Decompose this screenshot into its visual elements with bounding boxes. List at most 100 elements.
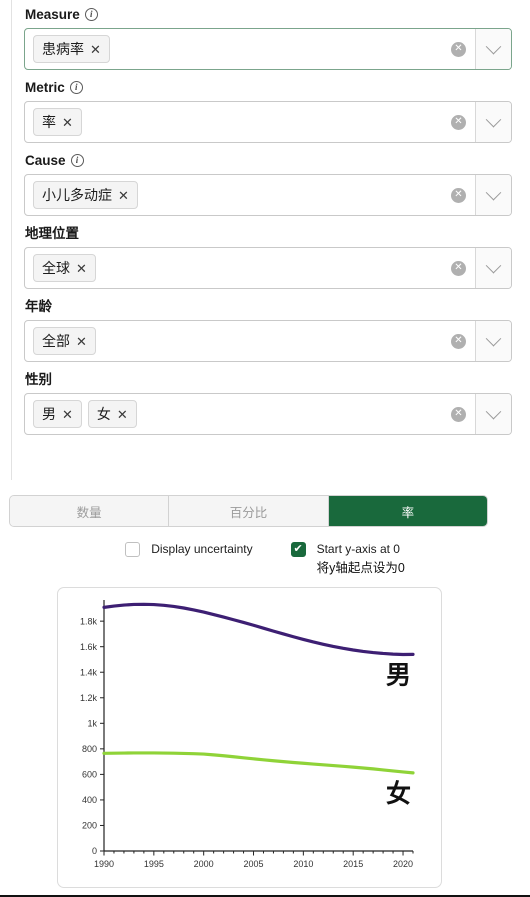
start-y-axis-checkbox[interactable]: ✔ — [290, 542, 306, 557]
option-start-y-axis-at-zero[interactable]: ✔ Start y-axis at 0 将y轴起点设为0 — [290, 541, 405, 576]
x-tick-label: 1990 — [94, 859, 114, 869]
info-icon[interactable]: i — [69, 81, 83, 94]
chart-options: Display uncertainty ✔ Start y-axis at 0 … — [0, 541, 530, 576]
chip-label: 患病率 — [42, 41, 84, 57]
series-line-male[interactable] — [102, 602, 415, 657]
clear-circle-icon[interactable]: ✕ — [451, 41, 466, 57]
check-icon: ✔ — [293, 543, 303, 555]
line-chart[interactable]: 0 200 400 600 800 1k 1.2k 1.4k 1.6k 1.8k 1990 1995 2… — [58, 588, 441, 887]
chip[interactable]: 男 ✕ — [33, 400, 82, 428]
filter-field-cause: Cause i 小儿多动症 ✕ ✕ — [24, 152, 512, 216]
field-label-text: Metric — [25, 80, 65, 95]
y-tick-label: 1.6k — [80, 642, 98, 652]
metric-select[interactable]: 率 ✕ ✕ — [24, 101, 512, 143]
cause-clear-all[interactable]: ✕ — [451, 175, 475, 215]
chevron-down-icon — [485, 184, 502, 200]
y-tick-label: 1.4k — [80, 667, 98, 677]
x-tick-label: 2010 — [293, 859, 313, 869]
field-label-metric: Metric i — [25, 79, 512, 96]
chevron-down-icon — [485, 330, 502, 346]
clear-circle-icon[interactable]: ✕ — [451, 187, 466, 203]
y-tick-label: 1.2k — [80, 693, 98, 703]
chevron-down-icon — [485, 111, 502, 127]
y-tick-label: 200 — [82, 821, 97, 831]
measure-select[interactable]: 患病率 ✕ ✕ — [24, 28, 512, 70]
info-icon[interactable]: i — [70, 154, 84, 167]
chip-label: 全球 — [42, 260, 70, 276]
filter-field-sex: 性别 男 ✕ 女 ✕ ✕ — [24, 371, 512, 435]
sex-select[interactable]: 男 ✕ 女 ✕ ✕ — [24, 393, 512, 435]
chip[interactable]: 女 ✕ — [87, 400, 137, 428]
measure-dropdown-toggle[interactable] — [475, 29, 511, 69]
x-tick-label: 2005 — [244, 859, 264, 869]
clear-circle-icon[interactable]: ✕ — [451, 260, 466, 276]
age-dropdown-toggle[interactable] — [475, 321, 511, 361]
clear-circle-icon[interactable]: ✕ — [451, 406, 466, 422]
cause-chips: 小儿多动症 ✕ — [25, 175, 451, 215]
measure-clear-all[interactable]: ✕ — [451, 29, 475, 69]
y-tick-label: 400 — [82, 795, 97, 805]
chip-label: 率 — [42, 114, 56, 130]
field-label-cause: Cause i — [25, 152, 512, 169]
x-tick-label: 2020 — [393, 859, 413, 869]
tab-percent[interactable]: 百分比 — [169, 496, 329, 526]
age-clear-all[interactable]: ✕ — [451, 321, 475, 361]
y-tick-label: 0 — [92, 846, 97, 856]
location-dropdown-toggle[interactable] — [475, 248, 511, 288]
info-icon[interactable]: i — [84, 8, 98, 21]
metric-clear-all[interactable]: ✕ — [451, 102, 475, 142]
series-line-female[interactable] — [102, 751, 415, 775]
chip[interactable]: 率 ✕ — [33, 108, 82, 136]
cause-select[interactable]: 小儿多动症 ✕ ✕ — [24, 174, 512, 216]
location-chips: 全球 ✕ — [25, 248, 451, 288]
app-root: Measure i 患病率 ✕ ✕ Metric i 率 ✕ ✕ Cause i… — [0, 0, 530, 897]
cause-dropdown-toggle[interactable] — [475, 175, 511, 215]
chip-remove-icon[interactable]: ✕ — [117, 408, 128, 421]
metric-dropdown-toggle[interactable] — [475, 102, 511, 142]
chip[interactable]: 患病率 ✕ — [33, 35, 110, 63]
tab-number[interactable]: 数量 — [10, 496, 170, 526]
field-label-text: Measure — [25, 7, 80, 22]
measure-chips: 患病率 ✕ — [25, 29, 451, 69]
chip-label: 小儿多动症 — [42, 187, 112, 203]
chip-remove-icon[interactable]: ✕ — [62, 116, 73, 129]
start-y-axis-label: Start y-axis at 0 — [316, 542, 400, 556]
chip[interactable]: 全球 ✕ — [33, 254, 96, 282]
chip-label: 男 — [42, 406, 56, 422]
display-uncertainty-checkbox[interactable] — [125, 542, 141, 557]
chip-remove-icon[interactable]: ✕ — [90, 43, 101, 56]
filter-field-age: 年龄 全部 ✕ ✕ — [24, 298, 512, 362]
filter-field-measure: Measure i 患病率 ✕ ✕ — [24, 6, 512, 70]
chip-label: 女 — [96, 406, 111, 422]
sex-clear-all[interactable]: ✕ — [451, 394, 475, 434]
filter-field-location: 地理位置 全球 ✕ ✕ — [24, 225, 512, 289]
chip-remove-icon[interactable]: ✕ — [76, 335, 87, 348]
sex-dropdown-toggle[interactable] — [475, 394, 511, 434]
y-tick-label: 800 — [82, 744, 97, 754]
chip[interactable]: 小儿多动症 ✕ — [33, 181, 138, 209]
display-uncertainty-label: Display uncertainty — [151, 542, 253, 556]
chart-card: 0 200 400 600 800 1k 1.2k 1.4k 1.6k 1.8k 1990 1995 2… — [57, 587, 442, 888]
location-clear-all[interactable]: ✕ — [451, 248, 475, 288]
age-select[interactable]: 全部 ✕ ✕ — [24, 320, 512, 362]
chip-remove-icon[interactable]: ✕ — [62, 408, 73, 421]
y-tick-label: 1k — [87, 719, 97, 729]
field-label-location: 地理位置 — [25, 225, 512, 242]
sex-chips: 男 ✕ 女 ✕ — [25, 394, 451, 434]
field-label-text: 地理位置 — [25, 226, 79, 241]
clear-circle-icon[interactable]: ✕ — [451, 114, 466, 130]
chevron-down-icon — [485, 257, 502, 273]
tab-rate[interactable]: 率 — [328, 496, 487, 526]
chip-remove-icon[interactable]: ✕ — [76, 262, 87, 275]
clear-circle-icon[interactable]: ✕ — [451, 333, 466, 349]
filter-field-metric: Metric i 率 ✕ ✕ — [24, 79, 512, 143]
location-select[interactable]: 全球 ✕ ✕ — [24, 247, 512, 289]
option-display-uncertainty[interactable]: Display uncertainty — [125, 541, 253, 557]
y-tick-label: 1.8k — [80, 616, 98, 626]
chip[interactable]: 全部 ✕ — [33, 327, 96, 355]
start-y-axis-label-group: Start y-axis at 0 将y轴起点设为0 — [317, 541, 405, 576]
metric-chips: 率 ✕ — [25, 102, 451, 142]
chip-remove-icon[interactable]: ✕ — [118, 189, 129, 202]
field-label-text: 年龄 — [25, 299, 52, 314]
x-tick-label: 2015 — [343, 859, 363, 869]
